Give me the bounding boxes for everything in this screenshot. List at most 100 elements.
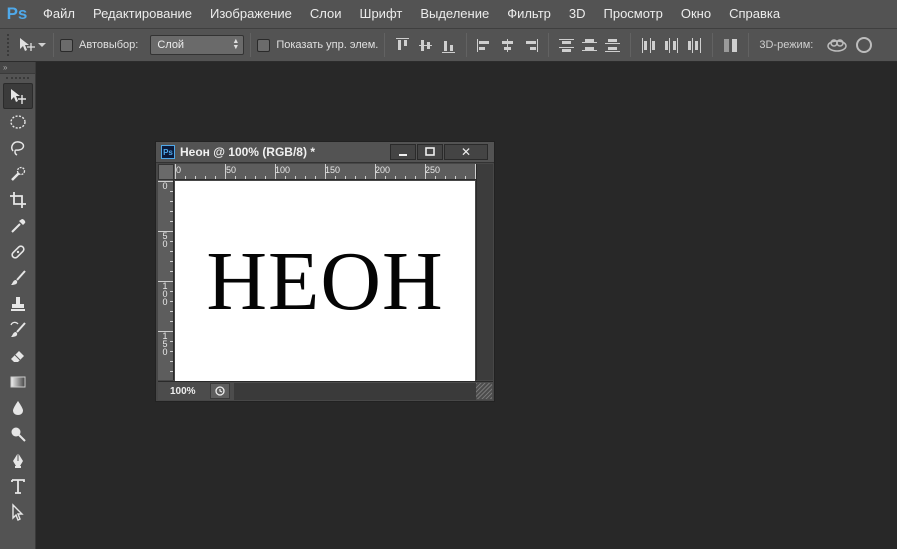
- distribute-bottom-icon[interactable]: [605, 38, 621, 53]
- show-transform-checkbox[interactable]: [257, 38, 271, 52]
- auto-select-dropdown[interactable]: Слой ▲ ▼: [150, 35, 245, 55]
- blur-tool[interactable]: [3, 395, 33, 421]
- divider: [466, 33, 468, 57]
- divider: [384, 33, 386, 57]
- orbit-3d-icon[interactable]: [826, 37, 848, 53]
- gradient-tool[interactable]: [3, 369, 33, 395]
- lasso-tool[interactable]: [3, 135, 33, 161]
- align-vcenter-icon[interactable]: [418, 38, 433, 53]
- pen-tool[interactable]: [3, 447, 33, 473]
- ruler-tick: [158, 181, 173, 182]
- horizontal-scrollbar[interactable]: [234, 382, 476, 400]
- distribute-hcenter-icon[interactable]: [664, 37, 679, 53]
- minimize-icon: [399, 154, 407, 156]
- type-icon: [11, 479, 25, 494]
- path-select-tool[interactable]: [3, 499, 33, 525]
- ruler-tick: [215, 176, 216, 179]
- zoom-level[interactable]: 100%: [170, 386, 202, 397]
- divider: [53, 33, 54, 57]
- ruler-tick: [375, 164, 376, 179]
- ruler-tick: [170, 241, 173, 242]
- updown-arrows-icon: ▲ ▼: [232, 38, 240, 51]
- healing-brush-tool[interactable]: [3, 239, 33, 265]
- maximize-button[interactable]: [417, 144, 443, 160]
- menu-filter[interactable]: Фильтр: [498, 0, 560, 28]
- move-tool-icon: [11, 89, 26, 104]
- menu-type[interactable]: Шрифт: [351, 0, 412, 28]
- auto-align-layers-icon[interactable]: [723, 38, 738, 53]
- menu-image[interactable]: Изображение: [201, 0, 301, 28]
- distribute-top-icon[interactable]: [559, 38, 575, 53]
- menu-select[interactable]: Выделение: [411, 0, 498, 28]
- align-right-icon[interactable]: [523, 38, 539, 53]
- align-left-icon[interactable]: [477, 38, 492, 53]
- menu-edit[interactable]: Редактирование: [84, 0, 201, 28]
- menu-view[interactable]: Просмотр: [595, 0, 672, 28]
- history-brush-tool[interactable]: [3, 317, 33, 343]
- eyedropper-tool[interactable]: [3, 213, 33, 239]
- type-tool[interactable]: [3, 473, 33, 499]
- divider: [548, 33, 550, 57]
- clone-stamp-tool[interactable]: [3, 291, 33, 317]
- vertical-scrollbar[interactable]: [476, 164, 493, 380]
- ruler-tick: [265, 176, 266, 179]
- distribute-right-icon[interactable]: [687, 37, 702, 53]
- divider: [748, 33, 750, 57]
- dodge-icon: [11, 427, 26, 442]
- tool-preset-picker[interactable]: [17, 33, 47, 57]
- document-titlebar[interactable]: Ps Неон @ 100% (RGB/8) * ✕: [156, 142, 494, 163]
- divider: [250, 33, 252, 57]
- close-button[interactable]: ✕: [444, 144, 488, 160]
- canvas-text-layer[interactable]: НЕОН: [206, 233, 443, 330]
- maximize-icon: [425, 147, 435, 156]
- ruler-tick: [175, 164, 176, 179]
- ruler-tick: [158, 231, 173, 232]
- distribute-vcenter-icon[interactable]: [582, 38, 598, 53]
- window-controls: ✕: [389, 144, 488, 160]
- menu-layers[interactable]: Слои: [301, 0, 351, 28]
- history-brush-icon: [10, 321, 26, 337]
- ruler-tick: [170, 351, 173, 352]
- drop-icon: [13, 401, 23, 415]
- align-hcenter-icon[interactable]: [500, 38, 515, 53]
- menu-file[interactable]: Файл: [34, 0, 84, 28]
- collapse-panel-icon[interactable]: »: [0, 62, 35, 74]
- horizontal-ruler[interactable]: 0 50 100 150 200 250: [174, 164, 476, 180]
- ruler-origin[interactable]: [158, 164, 174, 180]
- ruler-tick: [235, 176, 236, 179]
- ruler-tick: [185, 176, 186, 179]
- menu-help[interactable]: Справка: [720, 0, 789, 28]
- ruler-tick: [325, 164, 326, 179]
- resize-grip-icon[interactable]: [476, 383, 492, 399]
- align-top-icon[interactable]: [395, 37, 410, 53]
- document-canvas[interactable]: НЕОН: [175, 181, 475, 381]
- crop-tool[interactable]: [3, 187, 33, 213]
- ruler-tick: [158, 281, 173, 282]
- marquee-tool[interactable]: [3, 109, 33, 135]
- ruler-tick: [170, 371, 173, 372]
- eraser-tool[interactable]: [3, 343, 33, 369]
- brush-tool[interactable]: [3, 265, 33, 291]
- menu-window[interactable]: Окно: [672, 0, 720, 28]
- ruler-tick: [415, 176, 416, 179]
- options-grip[interactable]: [7, 34, 13, 56]
- distribute-left-icon[interactable]: [641, 37, 656, 53]
- align-bottom-icon[interactable]: [441, 38, 456, 53]
- ruler-tick: [305, 176, 306, 179]
- auto-select-checkbox[interactable]: [60, 38, 73, 52]
- roll-3d-icon[interactable]: [856, 37, 873, 53]
- ruler-label: 100: [275, 165, 291, 175]
- ruler-tick: [405, 176, 406, 179]
- quick-select-tool[interactable]: [3, 161, 33, 187]
- divider: [630, 33, 632, 57]
- move-tool[interactable]: [3, 83, 33, 109]
- dodge-tool[interactable]: [3, 421, 33, 447]
- app-logo: Ps: [6, 4, 28, 23]
- menu-3d[interactable]: 3D: [560, 0, 595, 28]
- status-menu-button[interactable]: [210, 383, 230, 399]
- minimize-button[interactable]: [390, 144, 416, 160]
- ruler-tick: [285, 176, 286, 179]
- brush-icon: [11, 270, 26, 285]
- vertical-ruler[interactable]: 0 5 0 1 0 0 1 5 0: [158, 180, 174, 382]
- close-icon: ✕: [460, 145, 472, 159]
